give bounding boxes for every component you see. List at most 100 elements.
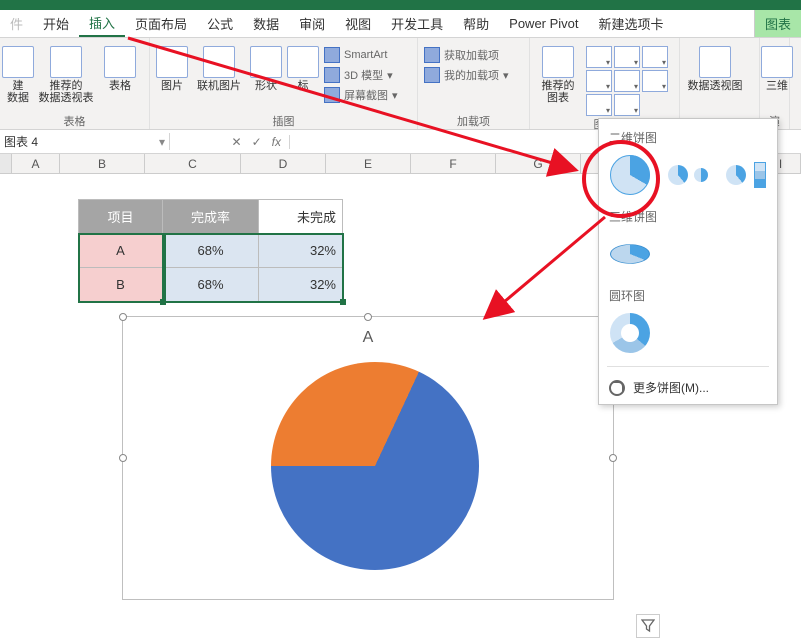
lbl: 建 xyxy=(13,80,24,92)
screenshot-button[interactable]: 屏幕截图 ▾ xyxy=(322,86,400,104)
icons-icon xyxy=(287,46,319,78)
pie-3d-icon xyxy=(610,244,650,264)
cell[interactable]: B xyxy=(79,268,163,302)
ribbon-tabs: 件 开始 插入 页面布局 公式 数据 审阅 视图 开发工具 帮助 Power P… xyxy=(0,10,801,38)
recommended-charts-button[interactable]: 推荐的 图表 xyxy=(534,42,582,104)
resize-handle[interactable] xyxy=(364,313,372,321)
winloss-chart-button[interactable] xyxy=(642,46,668,68)
funnel-icon xyxy=(641,619,655,633)
pie-chart[interactable] xyxy=(271,362,479,570)
title-bar xyxy=(0,0,801,10)
online-pictures-icon xyxy=(203,46,235,78)
pie-of-pie-option[interactable] xyxy=(665,152,711,198)
tab-developer[interactable]: 开发工具 xyxy=(381,10,453,37)
pie-2d-option[interactable] xyxy=(607,152,653,198)
selection-handle[interactable] xyxy=(340,299,346,305)
tab-help[interactable]: 帮助 xyxy=(453,10,499,37)
col-A[interactable]: A xyxy=(12,154,60,174)
shapes-icon xyxy=(250,46,282,78)
more-pie-icon xyxy=(609,380,625,396)
tab-data[interactable]: 数据 xyxy=(243,10,289,37)
hierarchy-chart-button[interactable] xyxy=(586,70,612,92)
selection-handle[interactable] xyxy=(160,299,166,305)
screenshot-icon xyxy=(324,87,340,103)
tab-file[interactable]: 件 xyxy=(0,10,33,37)
3dmap-button[interactable]: 三维 xyxy=(764,42,790,92)
pivottable-icon xyxy=(2,46,34,78)
resize-handle[interactable] xyxy=(119,454,127,462)
chart-object[interactable]: A xyxy=(122,316,614,600)
col-D[interactable]: D xyxy=(241,154,326,174)
tab-newtab[interactable]: 新建选项卡 xyxy=(589,10,674,37)
pivotchart-icon xyxy=(699,46,731,78)
lbl: 推荐的 图表 xyxy=(542,80,575,104)
chart-filter-button[interactable] xyxy=(636,614,660,638)
lbl: 三维 xyxy=(766,80,788,92)
tab-powerpivot[interactable]: Power Pivot xyxy=(499,10,588,37)
get-addins-button[interactable]: 获取加载项 xyxy=(422,46,511,64)
tab-home[interactable]: 开始 xyxy=(33,10,79,37)
lbl: SmartArt xyxy=(344,49,387,61)
resize-handle[interactable] xyxy=(609,454,617,462)
hdr-complete[interactable]: 完成率 xyxy=(163,200,259,234)
separator xyxy=(607,366,769,367)
chart-type-grid xyxy=(586,46,668,116)
smartart-button[interactable]: SmartArt xyxy=(322,46,400,64)
group-tables-label: 表格 xyxy=(4,113,145,129)
pivotchart-button[interactable]: 数据透视图 xyxy=(684,42,746,92)
doughnut-option[interactable] xyxy=(607,310,653,356)
shapes-button[interactable]: 形状 xyxy=(248,42,284,92)
select-all-corner[interactable] xyxy=(0,154,12,174)
col-E[interactable]: E xyxy=(326,154,411,174)
cell[interactable]: A xyxy=(79,234,163,268)
my-addins-button[interactable]: 我的加载项 ▾ xyxy=(422,66,511,84)
col-F[interactable]: F xyxy=(411,154,496,174)
tab-chart-context[interactable]: 图表 xyxy=(754,10,801,37)
tab-view[interactable]: 视图 xyxy=(335,10,381,37)
col-B[interactable]: B xyxy=(60,154,145,174)
table-button[interactable]: 表格 xyxy=(100,42,140,92)
cancel-formula-button[interactable]: ✕ xyxy=(232,135,242,149)
cell[interactable]: 68% xyxy=(163,234,259,268)
cell[interactable]: 32% xyxy=(259,234,343,268)
name-box[interactable]: 图表 4▾ xyxy=(0,133,170,150)
lbl: 数据透视图 xyxy=(688,80,743,92)
recommended-pivot-button[interactable]: 推荐的 数据透视表 xyxy=(36,42,96,104)
lbl: 图片 xyxy=(161,80,183,92)
tab-formulas[interactable]: 公式 xyxy=(197,10,243,37)
tab-pagelayout[interactable]: 页面布局 xyxy=(125,10,197,37)
line-chart-button[interactable] xyxy=(614,46,640,68)
dd-section-2d: 二维饼图 xyxy=(609,129,769,146)
more-pie-label: 更多饼图(M)... xyxy=(633,379,709,396)
table-icon xyxy=(104,46,136,78)
stat-chart-button[interactable] xyxy=(614,70,640,92)
col-C[interactable]: C xyxy=(145,154,241,174)
column-chart-button[interactable] xyxy=(586,46,612,68)
3dmap-icon xyxy=(761,46,793,78)
online-pictures-button[interactable]: 联机图片 xyxy=(194,42,244,92)
pie-3d-option[interactable] xyxy=(607,231,653,277)
scatter-chart-button[interactable] xyxy=(614,94,640,116)
resize-handle[interactable] xyxy=(119,313,127,321)
cell[interactable]: 32% xyxy=(259,268,343,302)
bar-of-pie-option[interactable] xyxy=(723,152,769,198)
cell[interactable]: 68% xyxy=(163,268,259,302)
col-G[interactable]: G xyxy=(496,154,581,174)
accept-formula-button[interactable]: ✓ xyxy=(252,135,262,149)
combo-chart-button[interactable] xyxy=(642,70,668,92)
pictures-button[interactable]: 图片 xyxy=(154,42,190,92)
lbl: 推荐的 数据透视表 xyxy=(39,80,94,104)
tab-insert[interactable]: 插入 xyxy=(79,10,125,37)
hdr-project[interactable]: 项目 xyxy=(79,200,163,234)
pie-chart-button[interactable] xyxy=(586,94,612,116)
hdr-incomplete[interactable]: 未完成 xyxy=(259,200,343,234)
pivottable-button[interactable]: 建数据 xyxy=(4,42,32,104)
chart-title[interactable]: A xyxy=(123,329,613,347)
recommended-charts-icon xyxy=(542,46,574,78)
3dmodel-button[interactable]: 3D 模型 ▾ xyxy=(322,66,400,84)
icons-button[interactable]: 标 xyxy=(288,42,318,92)
fx-button[interactable]: fx xyxy=(272,135,281,149)
more-pie-charts-button[interactable]: 更多饼图(M)... xyxy=(607,375,769,400)
tab-review[interactable]: 审阅 xyxy=(289,10,335,37)
lbl: 获取加载项 xyxy=(444,47,499,63)
